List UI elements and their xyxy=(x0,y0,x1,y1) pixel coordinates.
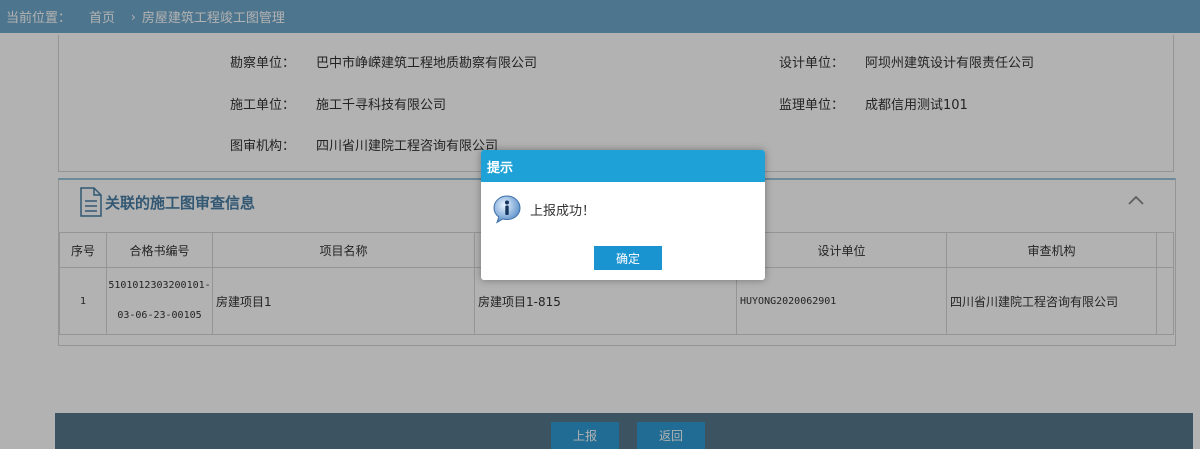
dialog-message: 上报成功！ xyxy=(530,203,596,219)
ok-button[interactable]: 确定 xyxy=(594,246,662,270)
message-dialog: 提示 上报成功！ 确定 xyxy=(481,150,765,280)
dialog-body: 上报成功！ xyxy=(492,194,595,224)
info-icon xyxy=(493,195,521,224)
dialog-header: 提示 xyxy=(481,150,765,182)
dialog-title: 提示 xyxy=(487,160,514,176)
